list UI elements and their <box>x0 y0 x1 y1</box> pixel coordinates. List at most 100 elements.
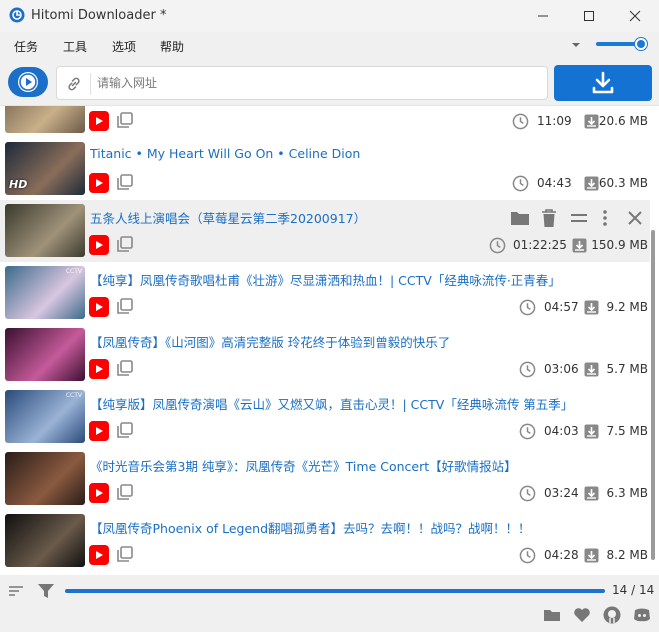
youtube-icon <box>89 111 109 131</box>
scrollbar[interactable] <box>651 230 655 560</box>
video-thumbnail[interactable]: CCTV <box>5 266 85 319</box>
trash-icon[interactable] <box>541 208 557 228</box>
video-thumbnail[interactable] <box>5 328 85 381</box>
filter-icon[interactable] <box>36 581 56 601</box>
video-title[interactable]: 《时光音乐会第3期 纯享》：凤凰传奇《光芒》Time Concert【好歌情报站… <box>90 456 590 475</box>
overall-progress-bar <box>65 589 605 593</box>
copy-icon[interactable] <box>116 483 134 501</box>
folder-icon[interactable] <box>510 209 530 227</box>
duration: 04:43 <box>537 176 572 190</box>
file-download-icon <box>584 362 599 377</box>
channel-badge: CCTV <box>65 392 82 399</box>
video-thumbnail[interactable] <box>5 106 85 133</box>
file-size: 9.2 MB <box>606 300 648 314</box>
minimize-button[interactable] <box>520 0 566 32</box>
download-list: 11:09 20.6 MB HD Titanic • My Heart Will… <box>0 105 659 575</box>
download-row[interactable]: CCTV 【纯享版】凤凰传奇演唱《云山》又燃又飒，直击心灵！| CCTV「经典咏… <box>0 386 650 448</box>
file-size: 5.7 MB <box>606 362 648 376</box>
copy-icon[interactable] <box>116 297 134 315</box>
video-thumbnail[interactable] <box>5 514 85 567</box>
heart-icon[interactable] <box>572 605 592 625</box>
clock-icon <box>489 237 506 254</box>
channel-badge: CCTV <box>65 268 82 275</box>
menu-icon[interactable] <box>570 211 588 225</box>
file-size: 150.9 MB <box>591 238 648 252</box>
clock-icon <box>519 547 536 564</box>
duration: 01:22:25 <box>513 238 567 252</box>
file-download-icon <box>584 300 599 315</box>
download-row[interactable]: 《时光音乐会第3期 纯享》：凤凰传奇《光芒》Time Concert【好歌情报站… <box>0 448 650 510</box>
copy-icon[interactable] <box>116 421 134 439</box>
task-count: 14 / 14 <box>612 583 655 597</box>
folder-icon[interactable] <box>542 605 562 625</box>
duration: 11:09 <box>537 114 572 128</box>
url-divider <box>90 73 91 95</box>
row-actions <box>508 208 648 228</box>
clock-icon <box>519 361 536 378</box>
url-input[interactable] <box>97 71 537 95</box>
copy-icon[interactable] <box>116 359 134 377</box>
close-window-button[interactable] <box>612 0 658 32</box>
copy-icon[interactable] <box>116 545 134 563</box>
youtube-icon <box>89 359 109 379</box>
file-download-icon <box>584 548 599 563</box>
menu-help[interactable]: 帮助 <box>160 38 184 55</box>
window-title: Hitomi Downloader * <box>31 8 167 23</box>
video-thumbnail[interactable] <box>5 452 85 505</box>
more-vert-icon[interactable] <box>602 209 608 227</box>
discord-icon[interactable] <box>632 605 652 625</box>
start-button[interactable] <box>8 67 48 97</box>
duration: 03:06 <box>544 362 579 376</box>
minimize-icon <box>538 15 548 17</box>
download-button[interactable] <box>554 65 652 101</box>
duration: 04:03 <box>544 424 579 438</box>
duration: 04:28 <box>544 548 579 562</box>
github-icon[interactable] <box>602 605 622 625</box>
duration: 04:57 <box>544 300 579 314</box>
download-row[interactable]: HD Titanic • My Heart Will Go On • Celin… <box>0 138 650 200</box>
copy-icon[interactable] <box>116 173 134 191</box>
app-logo-icon <box>9 7 25 23</box>
youtube-icon <box>89 421 109 441</box>
menu-tools[interactable]: 工具 <box>63 38 87 55</box>
clock-icon <box>519 485 536 502</box>
close-icon <box>629 10 641 22</box>
sort-icon[interactable] <box>6 581 26 601</box>
video-thumbnail[interactable]: CCTV <box>5 390 85 443</box>
youtube-icon <box>89 483 109 503</box>
download-row[interactable]: 【凤凰传奇Phoenix of Legend翻唱孤勇者】去吗？去啊！！战吗？战啊… <box>0 510 650 572</box>
download-row[interactable]: 五条人线上演唱会（草莓星云第二季20200917） 01:22:25 150.9… <box>0 200 650 262</box>
video-thumbnail[interactable]: HD <box>5 142 85 195</box>
menu-task[interactable]: 任务 <box>14 38 38 55</box>
dropdown-arrow-icon[interactable] <box>570 40 582 50</box>
video-thumbnail[interactable] <box>5 204 85 257</box>
clock-icon <box>512 175 529 192</box>
copy-icon[interactable] <box>116 111 134 129</box>
close-icon[interactable] <box>627 210 643 226</box>
video-title[interactable]: 【纯享版】凤凰传奇演唱《云山》又燃又飒，直击心灵！| CCTV「经典咏流传 第五… <box>90 394 590 413</box>
youtube-icon <box>89 297 109 317</box>
youtube-icon <box>89 545 109 565</box>
download-icon <box>592 71 614 94</box>
menu-bar: 任务 工具 选项 帮助 <box>0 32 659 58</box>
copy-icon[interactable] <box>116 235 134 253</box>
play-circle-icon <box>18 72 38 92</box>
file-download-icon <box>584 424 599 439</box>
file-size: 20.6 MB <box>598 114 648 128</box>
clock-icon <box>519 299 536 316</box>
file-size: 6.3 MB <box>606 486 648 500</box>
file-download-icon <box>584 176 599 191</box>
video-title[interactable]: Titanic • My Heart Will Go On • Celine D… <box>90 146 590 161</box>
video-title[interactable]: 【凤凰传奇Phoenix of Legend翻唱孤勇者】去吗？去啊！！战吗？战啊… <box>90 518 590 537</box>
volume-slider-thumb[interactable] <box>635 38 647 50</box>
youtube-icon <box>89 173 109 193</box>
download-row[interactable]: 11:09 20.6 MB <box>0 106 650 138</box>
url-box <box>56 66 548 100</box>
download-row[interactable]: CCTV 【纯享】凤凰传奇歌唱杜甫《壮游》尽显潇洒和热血！| CCTV「经典咏流… <box>0 262 650 324</box>
video-title[interactable]: 【凤凰传奇】《山河图》高清完整版 玲花终于体验到曾毅的快乐了 <box>90 332 590 351</box>
download-row[interactable]: 【凤凰传奇】《山河图》高清完整版 玲花终于体验到曾毅的快乐了 03:06 5.7… <box>0 324 650 386</box>
video-title[interactable]: 【纯享】凤凰传奇歌唱杜甫《壮游》尽显潇洒和热血！| CCTV「经典咏流传·正青春… <box>90 270 590 289</box>
menu-options[interactable]: 选项 <box>112 38 136 55</box>
youtube-icon <box>89 235 109 255</box>
maximize-button[interactable] <box>566 0 612 32</box>
